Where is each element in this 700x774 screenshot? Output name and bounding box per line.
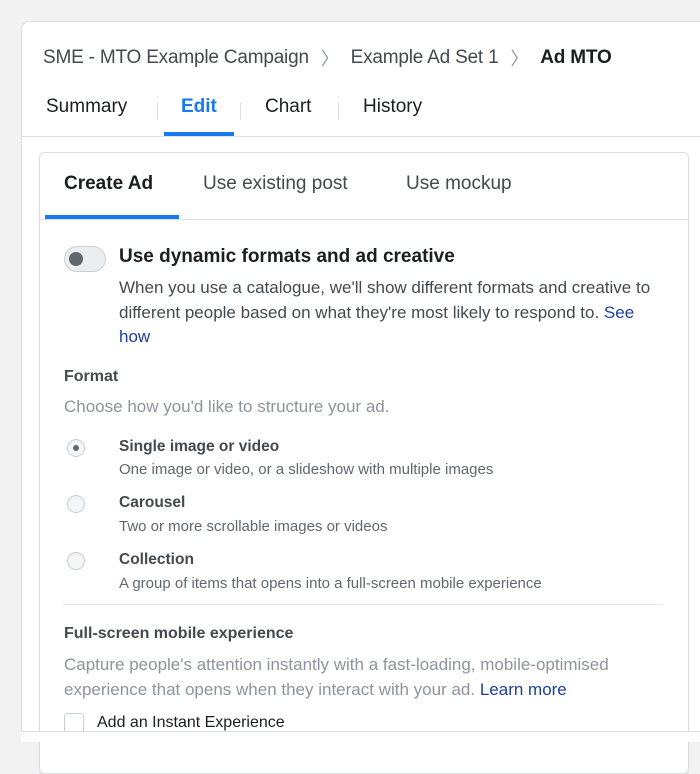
breadcrumb-ad-set[interactable]: Example Ad Set 1 [351,47,499,69]
tab-create-ad[interactable]: Create Ad [64,173,153,195]
fullscreen-label: Full-screen mobile experience [64,625,294,642]
section-divider [63,604,663,605]
option-title: Carousel [119,494,186,511]
tab-edit[interactable]: Edit [181,96,217,118]
footer-bar [21,731,700,742]
option-title: Single image or video [119,438,280,455]
dynamic-formats-description: When you use a catalogue, we'll show dif… [119,276,669,350]
breadcrumb-campaign[interactable]: SME - MTO Example Campaign [43,47,309,69]
dynamic-formats-title: Use dynamic formats and ad creative [119,246,455,267]
chevron-right-icon: 〉 [510,49,529,69]
tab-use-mockup[interactable]: Use mockup [406,173,512,195]
card-tabs: Create Ad Use existing post Use mockup [40,153,688,220]
tab-history[interactable]: History [363,96,422,118]
fullscreen-description: Capture people's attention instantly wit… [64,653,674,702]
chevron-right-icon: 〉 [320,49,339,69]
instant-experience-label: Add an Instant Experience [97,714,285,731]
toggle-knob [69,252,83,266]
option-title: Collection [119,551,194,568]
option-description: Two or more scrollable images or videos [119,518,388,535]
dynamic-description-text: When you use a catalogue, we'll show dif… [119,278,651,322]
tab-chart[interactable]: Chart [265,96,311,118]
tab-summary[interactable]: Summary [46,96,127,118]
option-description: A group of items that opens into a full-… [119,575,542,592]
format-label: Format [64,368,119,385]
dynamic-formats-toggle[interactable] [64,246,106,272]
radio-single-image-or-video[interactable] [67,439,85,457]
breadcrumb: SME - MTO Example Campaign 〉 Example Ad … [43,44,612,72]
breadcrumb-current: Ad MTO [540,47,612,68]
tab-divider [240,102,241,120]
ad-editor-panel: SME - MTO Example Campaign 〉 Example Ad … [21,21,700,774]
active-card-tab-indicator [45,215,179,219]
instant-experience-checkbox[interactable] [64,713,84,733]
active-tab-indicator [164,132,234,136]
radio-carousel[interactable] [67,495,85,513]
option-description: One image or video, or a slideshow with … [119,461,494,478]
create-ad-card: Create Ad Use existing post Use mockup U… [39,152,689,774]
learn-more-link[interactable]: Learn more [480,680,567,699]
tab-divider [157,102,158,120]
format-subtitle: Choose how you'd like to structure your … [64,397,390,416]
tab-divider [338,102,339,120]
top-tabs: Summary Edit Chart History [22,88,700,137]
tab-use-existing-post[interactable]: Use existing post [203,173,348,195]
radio-collection[interactable] [67,552,85,570]
